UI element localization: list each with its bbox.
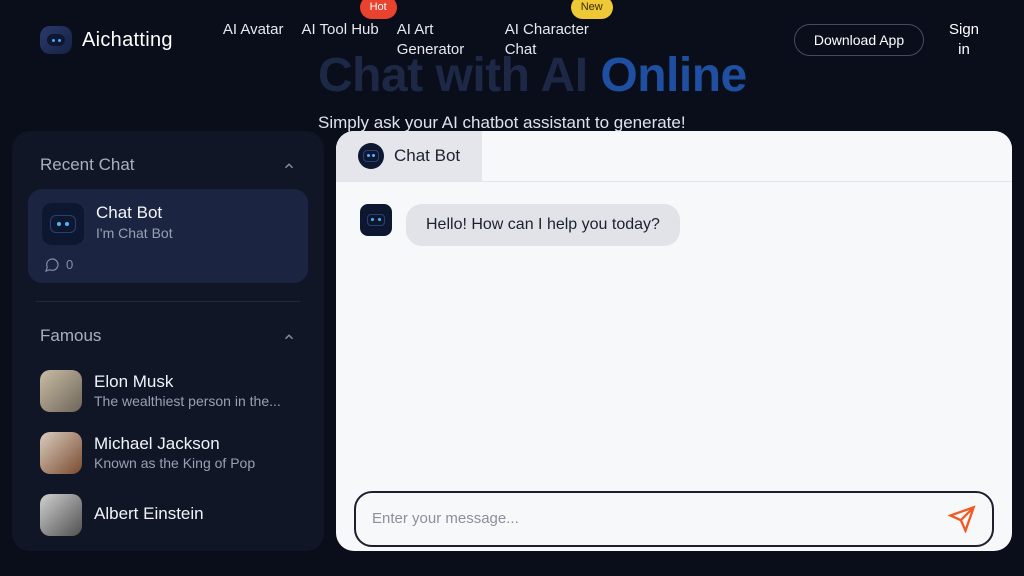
chevron-up-icon [282,329,296,343]
avatar [40,432,82,474]
chat-tabbar: Chat Bot [336,131,1012,182]
bot-icon [367,214,385,226]
send-icon [948,505,976,533]
hero-subtitle: Simply ask your AI chatbot assistant to … [318,113,747,133]
nav-item-ai-character-chat[interactable]: New AI Character Chat [505,20,595,61]
chat-messages: Hello! How can I help you today? [336,182,1012,477]
header-actions: Download App Sign in [794,20,984,61]
famous-item-elon-musk[interactable]: Elon Musk The wealthiest person in the..… [28,360,308,422]
download-app-button[interactable]: Download App [794,24,924,56]
chat-message: Hello! How can I help you today? [360,204,988,246]
avatar [40,370,82,412]
recent-chat-title: Chat Bot [96,203,173,223]
badge-hot: Hot [360,0,397,19]
bot-avatar [358,143,384,169]
famous-list: Elon Musk The wealthiest person in the..… [22,360,314,546]
header: Aichatting AI Avatar Hot AI Tool Hub AI … [0,0,1024,81]
chat-panel: Chat Bot Hello! How can I help you today… [336,131,1012,551]
recent-chat-subtitle: I'm Chat Bot [96,225,173,241]
recent-chat-card[interactable]: Chat Bot I'm Chat Bot 0 [28,189,308,283]
chat-tab-label: Chat Bot [394,146,460,166]
famous-name: Michael Jackson [94,434,255,454]
recent-chat-header[interactable]: Recent Chat [22,149,314,189]
bot-avatar [42,203,84,245]
badge-new: New [571,0,613,19]
composer-box [354,491,994,547]
chat-tab-chat-bot[interactable]: Chat Bot [336,131,482,181]
recent-chat-heading: Recent Chat [40,155,135,175]
famous-heading: Famous [40,326,101,346]
logo[interactable]: Aichatting [40,26,173,54]
famous-name: Albert Einstein [94,504,204,524]
avatar [40,494,82,536]
divider [36,301,300,302]
famous-name: Elon Musk [94,372,281,392]
brand-name: Aichatting [82,29,173,52]
message-bubble: Hello! How can I help you today? [406,204,680,246]
nav-item-ai-avatar[interactable]: AI Avatar [223,20,284,40]
nav-label: AI Avatar [223,21,284,38]
chat-bubble-icon [44,257,60,273]
famous-desc: Known as the King of Pop [94,455,255,471]
bot-icon [363,150,379,162]
bot-avatar [360,204,392,236]
famous-desc: The wealthiest person in the... [94,393,281,409]
nav-item-ai-tool-hub[interactable]: Hot AI Tool Hub [301,20,378,40]
famous-header[interactable]: Famous [22,320,314,360]
message-input[interactable] [372,510,936,527]
nav-label: AI Art Generator [397,21,465,58]
sidebar: Recent Chat Chat Bot I'm Chat Bot 0 [12,131,324,551]
chevron-up-icon [282,158,296,172]
famous-item-michael-jackson[interactable]: Michael Jackson Known as the King of Pop [28,422,308,484]
send-button[interactable] [948,505,976,533]
nav-item-ai-art-generator[interactable]: AI Art Generator [397,20,487,61]
bot-icon [40,26,72,54]
main-panels: Recent Chat Chat Bot I'm Chat Bot 0 [0,131,1024,551]
recent-chat-count: 0 [66,257,73,272]
bot-icon [50,215,76,233]
nav: AI Avatar Hot AI Tool Hub AI Art Generat… [223,20,774,61]
composer [336,477,1012,551]
nav-label: AI Character Chat [505,21,589,58]
sign-in-link[interactable]: Sign in [944,20,984,61]
famous-item-albert-einstein[interactable]: Albert Einstein [28,484,308,546]
recent-chat-meta: 0 [42,257,294,273]
nav-label: AI Tool Hub [301,21,378,38]
